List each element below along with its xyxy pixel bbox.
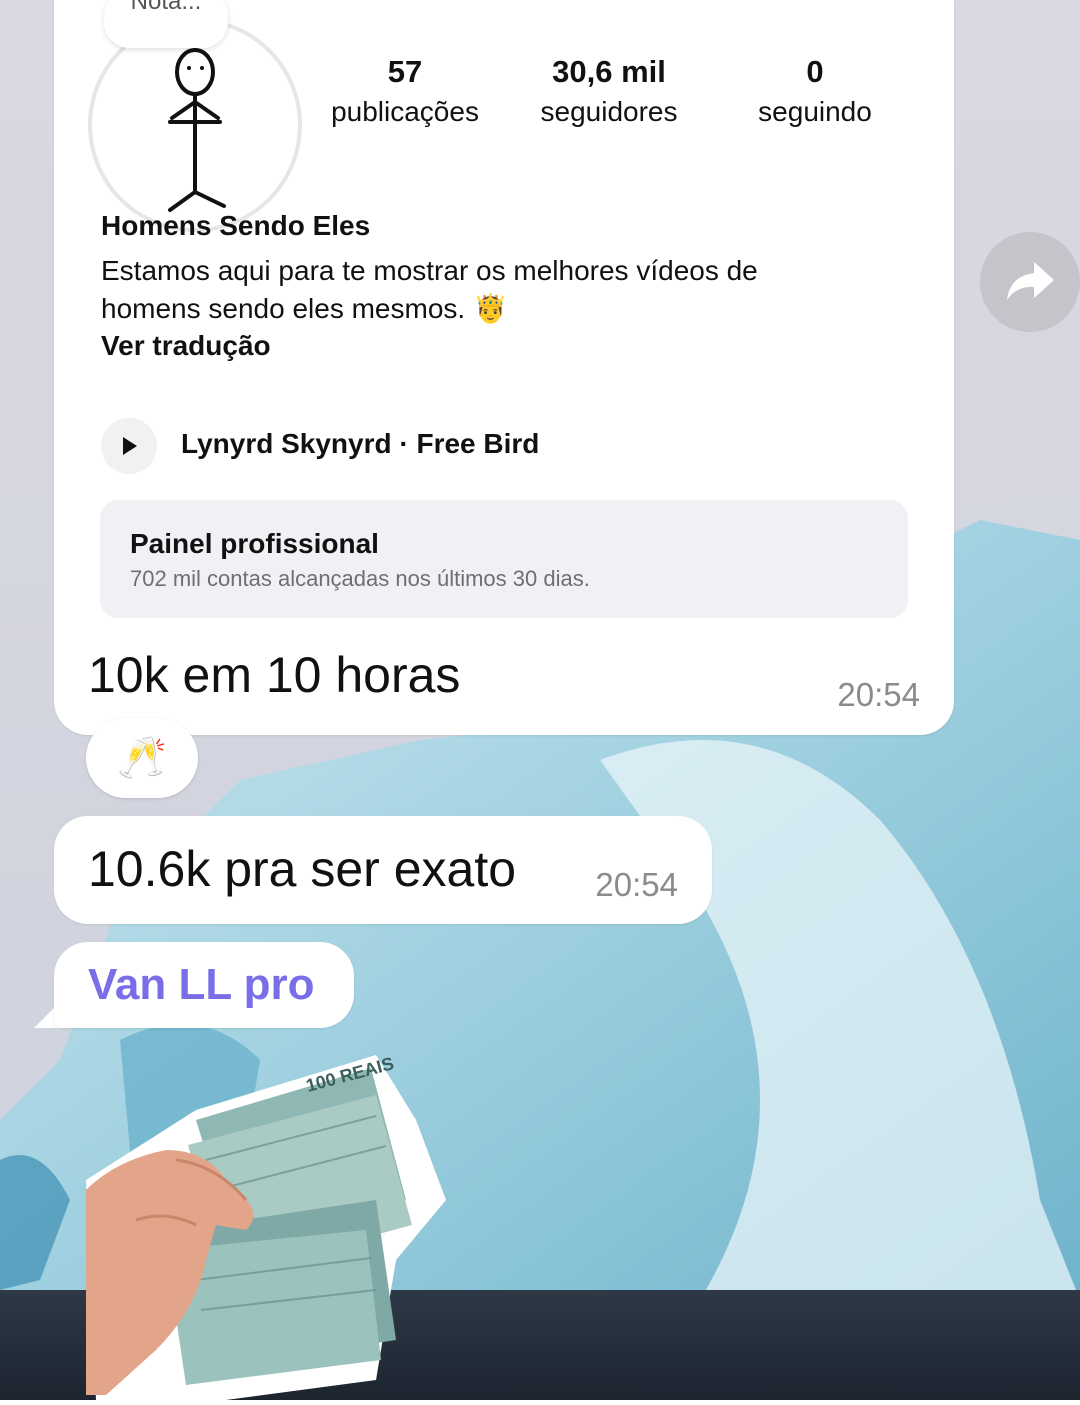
profile-name: Homens Sendo Eles — [101, 210, 371, 241]
share-arrow-icon — [1007, 262, 1054, 300]
music-track: Lynyrd Skynyrd · Free Bird — [181, 428, 540, 459]
dashboard-title: Painel profissional — [130, 528, 379, 559]
following-label: seguindo — [758, 96, 872, 127]
following-count: 0 — [806, 54, 824, 89]
message-text: 10k em 10 horas — [88, 647, 461, 703]
money-stack-in-hand-icon: 100 REAIS — [86, 1053, 446, 1400]
message-text: 10.6k pra ser exato — [88, 841, 517, 897]
dashboard-subtitle: 702 mil contas alcançadas nos últimos 30… — [130, 566, 590, 591]
reaction-badge[interactable]: 🥂 — [86, 718, 198, 798]
note-label: Nota... — [130, 0, 202, 15]
play-icon[interactable] — [101, 418, 157, 474]
message-time: 20:54 — [837, 676, 920, 713]
sender-name-bubble[interactable]: Van LL pro — [54, 942, 354, 1028]
bio-text: Estamos aqui para te mostrar os melhores… — [101, 255, 758, 324]
profile-share-bubble[interactable]: Nota... 57 publicações 30,6 mil seguidor… — [54, 0, 954, 735]
see-translation-link[interactable]: Ver tradução — [101, 330, 271, 362]
message-bubble[interactable]: 10.6k pra ser exato 20:54 — [54, 816, 712, 924]
money-sticker[interactable]: 100 REAIS — [76, 1050, 448, 1400]
stat-following[interactable]: 0 seguindo — [730, 52, 900, 132]
posts-label: publicações — [331, 96, 479, 127]
forward-button[interactable] — [980, 232, 1080, 332]
message-time: 20:54 — [595, 866, 678, 903]
sender-name[interactable]: Van LL pro — [88, 960, 315, 1010]
profile-bio: Estamos aqui para te mostrar os melhores… — [101, 252, 861, 328]
prince-emoji: 🤴 — [472, 293, 508, 324]
followers-label: seguidores — [540, 96, 678, 127]
professional-dashboard[interactable]: Painel profissional 702 mil contas alcan… — [100, 500, 908, 618]
note-bubble[interactable]: Nota... — [104, 0, 228, 48]
stat-followers[interactable]: 30,6 mil seguidores — [524, 52, 694, 132]
stat-posts[interactable]: 57 publicações — [320, 52, 490, 132]
clinking-glasses-emoji: 🥂 — [117, 736, 167, 780]
posts-count: 57 — [387, 54, 423, 89]
followers-count: 30,6 mil — [552, 54, 666, 89]
stick-figure-icon — [168, 48, 226, 212]
profile-avatar[interactable] — [88, 18, 302, 232]
